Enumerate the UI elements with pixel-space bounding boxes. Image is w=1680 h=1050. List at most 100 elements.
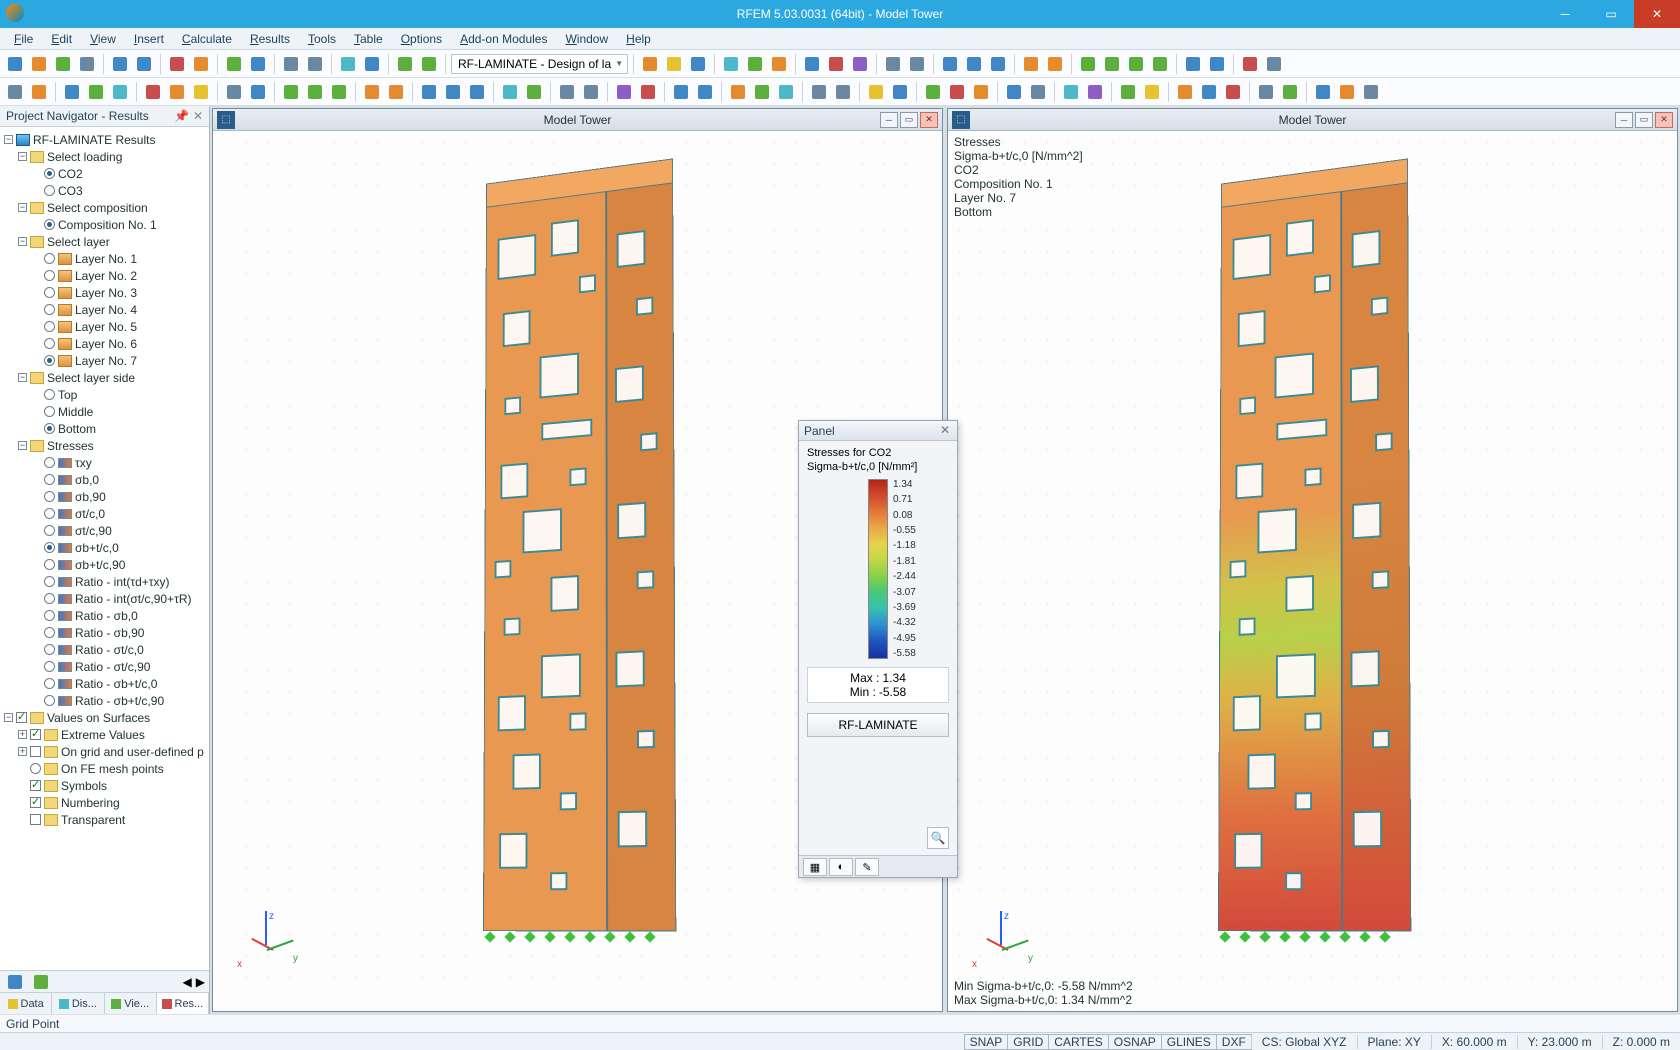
tree-row[interactable]: −Values on Surfaces — [4, 709, 209, 726]
tree-row[interactable]: Top — [4, 386, 209, 403]
results-panel[interactable]: Panel ✕ Stresses for CO2 Sigma-b+t/c,0 [… — [798, 420, 958, 878]
nav-btn-1[interactable] — [4, 971, 26, 993]
tree-row[interactable]: σb+t/c,90 — [4, 556, 209, 573]
status-toggle-snap[interactable]: SNAP — [964, 1034, 1009, 1050]
toolbar-button[interactable] — [280, 81, 302, 103]
tree-row[interactable]: Middle — [4, 403, 209, 420]
toolbar-button[interactable] — [466, 81, 488, 103]
check-icon[interactable] — [16, 712, 27, 723]
toolbar-button[interactable] — [1174, 81, 1196, 103]
toolbar-button[interactable] — [1141, 81, 1163, 103]
radio-icon[interactable] — [44, 457, 55, 468]
navigator-tree[interactable]: −RF-LAMINATE Results−Select loadingCO2CO… — [0, 127, 209, 970]
radio-icon[interactable] — [44, 627, 55, 638]
navigator-close-icon[interactable]: ✕ — [193, 109, 203, 123]
toolbar-button[interactable] — [394, 53, 416, 75]
toolbar-button[interactable] — [385, 81, 407, 103]
radio-icon[interactable] — [44, 542, 55, 553]
tree-row[interactable]: Layer No. 7 — [4, 352, 209, 369]
navigator-pin-icon[interactable]: 📌 — [174, 109, 189, 123]
toolbar-button[interactable] — [775, 81, 797, 103]
vp-min-button[interactable]: ─ — [880, 112, 898, 128]
tree-row[interactable]: CO2 — [4, 165, 209, 182]
toolbar-button[interactable] — [1198, 81, 1220, 103]
toolbar-button[interactable] — [1312, 81, 1334, 103]
tree-row[interactable]: −Select layer side — [4, 369, 209, 386]
toolbar-button[interactable] — [720, 53, 742, 75]
radio-icon[interactable] — [44, 406, 55, 417]
toolbar-button[interactable] — [1003, 81, 1025, 103]
toolbar-button[interactable] — [801, 53, 823, 75]
tree-row[interactable]: Layer No. 2 — [4, 267, 209, 284]
tree-row[interactable]: σb,0 — [4, 471, 209, 488]
toolbar-button[interactable] — [166, 53, 188, 75]
tree-row[interactable]: Layer No. 5 — [4, 318, 209, 335]
toolbar-button[interactable] — [1360, 81, 1382, 103]
radio-icon[interactable] — [44, 593, 55, 604]
toolbar-button[interactable] — [1084, 81, 1106, 103]
toolbar-button[interactable] — [247, 81, 269, 103]
tree-row[interactable]: −RF-LAMINATE Results — [4, 131, 209, 148]
nav-scroll-right[interactable]: ▶ — [196, 975, 205, 989]
radio-icon[interactable] — [44, 644, 55, 655]
toolbar-button[interactable] — [694, 81, 716, 103]
toolbar-button[interactable] — [247, 53, 269, 75]
radio-icon[interactable] — [44, 287, 55, 298]
radio-icon[interactable] — [44, 270, 55, 281]
radio-icon[interactable] — [44, 168, 55, 179]
tree-row[interactable]: −Stresses — [4, 437, 209, 454]
radio-icon[interactable] — [44, 321, 55, 332]
vp-close-button[interactable]: ✕ — [920, 112, 938, 128]
tree-row[interactable]: Layer No. 3 — [4, 284, 209, 301]
toolbar-button[interactable] — [808, 81, 830, 103]
toolbar-button[interactable] — [865, 81, 887, 103]
toolbar-button[interactable] — [832, 81, 854, 103]
toolbar-button[interactable] — [939, 53, 961, 75]
tree-row[interactable]: Ratio - σb,0 — [4, 607, 209, 624]
toolbar-button[interactable] — [613, 81, 635, 103]
toolbar-button[interactable] — [142, 81, 164, 103]
toolbar-button[interactable] — [946, 81, 968, 103]
tree-row[interactable]: Ratio - σt/c,0 — [4, 641, 209, 658]
radio-icon[interactable] — [44, 389, 55, 400]
toolbar-button[interactable] — [556, 81, 578, 103]
status-toggle-grid[interactable]: GRID — [1007, 1034, 1049, 1050]
check-icon[interactable] — [30, 729, 41, 740]
expand-icon[interactable]: − — [18, 237, 27, 246]
toolbar-button[interactable] — [970, 81, 992, 103]
panel-tab-legend[interactable]: ▦ — [803, 858, 827, 876]
tree-row[interactable]: CO3 — [4, 182, 209, 199]
toolbar-button[interactable] — [499, 81, 521, 103]
toolbar-button[interactable] — [280, 53, 302, 75]
panel-tab-filter[interactable]: ✎ — [855, 858, 879, 876]
menu-tools[interactable]: Tools — [300, 30, 344, 48]
close-button[interactable]: ✕ — [1634, 0, 1680, 28]
radio-icon[interactable] — [44, 695, 55, 706]
toolbar-button[interactable] — [361, 81, 383, 103]
vp-max-button[interactable]: ▭ — [1635, 112, 1653, 128]
panel-zoom-icon[interactable]: 🔍 — [927, 827, 949, 849]
expand-icon[interactable]: − — [18, 152, 27, 161]
tree-row[interactable]: σb+t/c,0 — [4, 539, 209, 556]
tree-row[interactable]: Layer No. 1 — [4, 250, 209, 267]
toolbar-button[interactable] — [361, 53, 383, 75]
toolbar-button[interactable] — [304, 81, 326, 103]
tree-row[interactable]: Composition No. 1 — [4, 216, 209, 233]
tree-row[interactable]: Ratio - σt/c,90 — [4, 658, 209, 675]
expand-icon[interactable]: − — [4, 713, 13, 722]
radio-icon[interactable] — [44, 338, 55, 349]
status-toggle-dxf[interactable]: DXF — [1216, 1034, 1252, 1050]
rf-laminate-button[interactable]: RF-LAMINATE — [807, 713, 949, 737]
expand-icon[interactable]: − — [18, 441, 27, 450]
check-icon[interactable] — [30, 814, 41, 825]
tree-row[interactable]: σt/c,90 — [4, 522, 209, 539]
expand-icon[interactable]: + — [18, 747, 27, 756]
tree-row[interactable]: −Select layer — [4, 233, 209, 250]
toolbar-button[interactable] — [328, 81, 350, 103]
toolbar-button[interactable] — [663, 53, 685, 75]
navigator-tab-dis[interactable]: Dis... — [52, 993, 104, 1014]
menu-calculate[interactable]: Calculate — [174, 30, 240, 48]
tree-row[interactable]: +Extreme Values — [4, 726, 209, 743]
tree-row[interactable]: Ratio - σb+t/c,90 — [4, 692, 209, 709]
tree-row[interactable]: On FE mesh points — [4, 760, 209, 777]
